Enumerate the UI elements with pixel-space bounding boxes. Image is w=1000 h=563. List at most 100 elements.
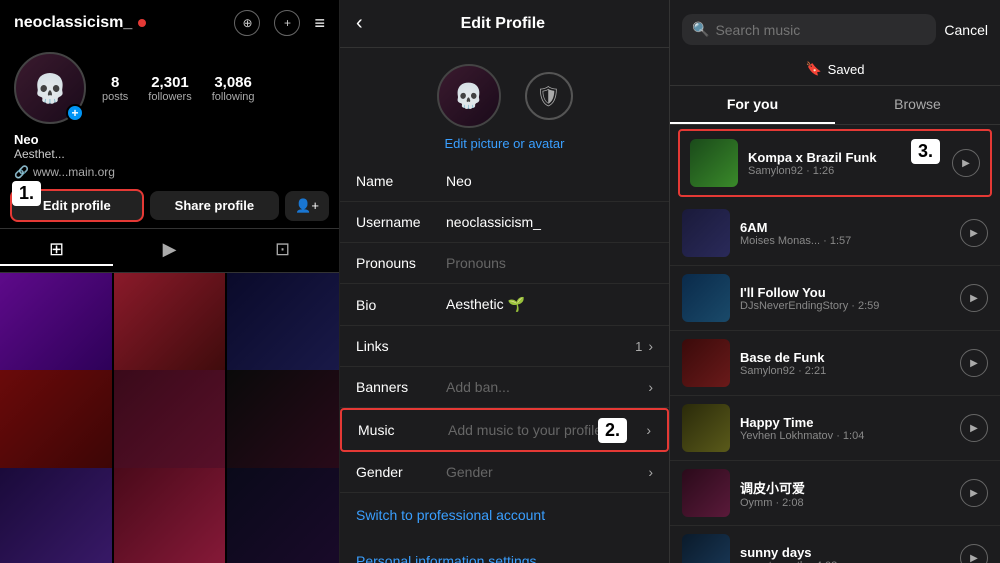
play-button[interactable]: ▶ bbox=[960, 284, 988, 312]
song-meta: Moises Monas... · 1:57 bbox=[740, 235, 950, 247]
profile-nav: ⊞ ▶ ⊡ bbox=[0, 228, 339, 273]
song-info: Base de Funk Samylon92 · 2:21 bbox=[740, 350, 950, 377]
song-meta: wave to earth · 4:08 bbox=[740, 560, 950, 563]
username-display: neoclassicism_ bbox=[14, 14, 226, 32]
grid-cell-9[interactable] bbox=[227, 468, 339, 563]
song-meta: Oymm · 2:08 bbox=[740, 497, 950, 509]
personal-info-link[interactable]: Personal information settings bbox=[340, 539, 669, 563]
following-count: 3,086 bbox=[212, 74, 255, 91]
following-label: following bbox=[212, 91, 255, 103]
step3-badge: 3. bbox=[911, 139, 940, 164]
saved-bar[interactable]: 🔖 Saved bbox=[670, 53, 1000, 86]
back-button[interactable]: ‹ bbox=[356, 12, 363, 35]
song-thumbnail bbox=[682, 339, 730, 387]
username-text: neoclassicism_ bbox=[14, 14, 132, 32]
grid-cell-4[interactable] bbox=[0, 370, 112, 482]
song-meta: Yevhen Lokhmatov · 1:04 bbox=[740, 430, 950, 442]
profile-actions: Edit profile Share profile 👤+ bbox=[0, 183, 339, 228]
menu-icon[interactable]: ≡ bbox=[314, 13, 325, 34]
edit-picture-link[interactable]: Edit picture or avatar bbox=[340, 136, 669, 161]
song-thumbnail bbox=[682, 404, 730, 452]
field-gender[interactable]: Gender Gender › bbox=[340, 452, 669, 493]
song-row[interactable]: Base de Funk Samylon92 · 2:21 ▶ bbox=[670, 331, 1000, 396]
tab-browse[interactable]: Browse bbox=[835, 86, 1000, 124]
play-button[interactable]: ▶ bbox=[960, 414, 988, 442]
field-links[interactable]: Links 1 › bbox=[340, 326, 669, 367]
share-profile-button[interactable]: Share profile bbox=[150, 191, 280, 220]
field-value-pronouns: Pronouns bbox=[446, 255, 653, 271]
stat-posts: 8 posts bbox=[102, 74, 128, 103]
grid-cell-8[interactable] bbox=[114, 468, 226, 563]
grid-cell-1[interactable] bbox=[0, 273, 112, 385]
actions-wrap: 1. Edit profile Share profile 👤+ bbox=[0, 183, 339, 228]
song-info: 调皮小可爱 Oymm · 2:08 bbox=[740, 478, 950, 509]
field-label-name: Name bbox=[356, 173, 446, 189]
field-label-gender: Gender bbox=[356, 464, 446, 480]
personal-info-text[interactable]: Personal information settings bbox=[356, 553, 537, 563]
followers-label: followers bbox=[148, 91, 191, 103]
verified-dot bbox=[138, 19, 146, 27]
grid-cell-2[interactable] bbox=[114, 273, 226, 385]
grid-cell-5[interactable] bbox=[114, 370, 226, 482]
song-meta: Samylon92 · 2:21 bbox=[740, 365, 950, 377]
song-row[interactable]: sunny days wave to earth · 4:08 ▶ bbox=[670, 526, 1000, 563]
nav-tagged[interactable]: ⊡ bbox=[226, 235, 339, 266]
song-title: Base de Funk bbox=[740, 350, 950, 365]
play-button[interactable]: ▶ bbox=[960, 219, 988, 247]
grid-cell-7[interactable] bbox=[0, 468, 112, 563]
field-value-name: Neo bbox=[446, 173, 653, 189]
song-info: Happy Time Yevhen Lokhmatov · 1:04 bbox=[740, 415, 950, 442]
add-icon[interactable]: + bbox=[274, 10, 300, 36]
song-row[interactable]: Happy Time Yevhen Lokhmatov · 1:04 ▶ bbox=[670, 396, 1000, 461]
field-pronouns[interactable]: Pronouns Pronouns bbox=[340, 243, 669, 284]
song-row[interactable]: I'll Follow You DJsNeverEndingStory · 2:… bbox=[670, 266, 1000, 331]
song-title: I'll Follow You bbox=[740, 285, 950, 300]
instagram-profile-panel: neoclassicism_ ⊕ + ≡ 💀 + 8 posts 2,301 f… bbox=[0, 0, 340, 563]
play-button[interactable]: ▶ bbox=[960, 479, 988, 507]
field-label-pronouns: Pronouns bbox=[356, 255, 446, 271]
song-info: I'll Follow You DJsNeverEndingStory · 2:… bbox=[740, 285, 950, 312]
tab-for-you[interactable]: For you bbox=[670, 86, 835, 124]
field-music[interactable]: Music Add music to your profile 2. › bbox=[340, 408, 669, 452]
link-icon: 🔗 bbox=[14, 165, 29, 179]
search-input[interactable] bbox=[715, 22, 926, 38]
field-value-bio: Aesthetic 🌱 bbox=[446, 296, 653, 313]
field-name[interactable]: Name Neo bbox=[340, 161, 669, 202]
song-row[interactable]: 6AM Moises Monas... · 1:57 ▶ bbox=[670, 201, 1000, 266]
switch-account-text[interactable]: Switch to professional account bbox=[356, 507, 545, 523]
edit-profile-panel: ‹ Edit Profile 💀 🛡 Edit picture or avata… bbox=[340, 0, 670, 563]
field-label-links: Links bbox=[356, 338, 446, 354]
song-row[interactable]: 调皮小可爱 Oymm · 2:08 ▶ bbox=[670, 461, 1000, 526]
song-info: sunny days wave to earth · 4:08 bbox=[740, 545, 950, 563]
field-bio[interactable]: Bio Aesthetic 🌱 bbox=[340, 284, 669, 326]
play-button[interactable]: ▶ bbox=[960, 349, 988, 377]
avatar-icon-option[interactable]: 🛡 bbox=[525, 72, 573, 120]
play-button[interactable]: ▶ bbox=[952, 149, 980, 177]
grid-cell-3[interactable] bbox=[227, 273, 339, 385]
field-banners[interactable]: Banners Add ban... › bbox=[340, 367, 669, 408]
add-person-button[interactable]: 👤+ bbox=[285, 191, 329, 221]
search-box[interactable]: 🔍 bbox=[682, 14, 936, 45]
field-value-username: neoclassicism_ bbox=[446, 214, 653, 230]
music-tabs: For you Browse bbox=[670, 86, 1000, 125]
nav-reels[interactable]: ▶ bbox=[113, 235, 226, 266]
cancel-button[interactable]: Cancel bbox=[944, 22, 988, 38]
edit-avatar[interactable]: 💀 bbox=[437, 64, 501, 128]
nav-grid[interactable]: ⊞ bbox=[0, 235, 113, 266]
switch-account-link[interactable]: Switch to professional account bbox=[340, 493, 669, 539]
field-value-banners: Add ban... bbox=[446, 379, 648, 395]
field-label-username: Username bbox=[356, 214, 446, 230]
bio-text: Aesthet... bbox=[14, 147, 325, 161]
link-row: 🔗 www...main.org bbox=[0, 163, 339, 183]
followers-count: 2,301 bbox=[148, 74, 191, 91]
search-music-panel: 🔍 Cancel 🔖 Saved For you Browse Kompa x … bbox=[670, 0, 1000, 563]
plus-badge[interactable]: + bbox=[66, 104, 84, 122]
play-button[interactable]: ▶ bbox=[960, 544, 988, 563]
profile-header: neoclassicism_ ⊕ + ≡ bbox=[0, 0, 339, 46]
song-row[interactable]: Kompa x Brazil Funk Samylon92 · 1:26 3. … bbox=[678, 129, 992, 197]
threads-icon[interactable]: ⊕ bbox=[234, 10, 260, 36]
grid-cell-6[interactable] bbox=[227, 370, 339, 482]
song-title: 调皮小可爱 bbox=[740, 478, 950, 497]
link-text[interactable]: www...main.org bbox=[33, 165, 115, 179]
field-username[interactable]: Username neoclassicism_ bbox=[340, 202, 669, 243]
